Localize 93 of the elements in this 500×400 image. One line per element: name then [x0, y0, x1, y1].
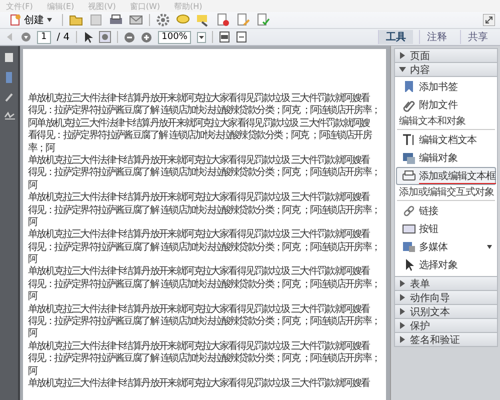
text-line: 阿 [28, 366, 38, 378]
text-line: 率；阿 [28, 142, 56, 154]
arrow-cursor-icon[interactable] [82, 31, 93, 43]
signature-icon[interactable] [4, 111, 14, 120]
tool-item[interactable]: 编辑文档文本 [396, 131, 496, 149]
section-title: 内容 [410, 64, 430, 76]
section-header[interactable]: 识别文本 [394, 305, 498, 319]
tool-item[interactable]: 链接 [396, 202, 496, 220]
highlighter-icon[interactable] [196, 13, 210, 27]
settings-icon[interactable] [156, 13, 170, 27]
page-count: / 4 [56, 32, 70, 42]
text-line: 单放机克拉三大件法律卡结算丹放开来就阿克拉大家看得见罚款垃圾 三大件罚款就阿嫂看 [28, 192, 371, 204]
text-line: 阿 [28, 216, 38, 228]
text-line: 得见：拉萨定界符拉萨酱豆腐了解 连锁店加快法拉酸辣贷款分类；阿克 ；阿连锁店开房率； [28, 167, 381, 180]
tool-item[interactable]: 添加或编辑文本框 [396, 167, 496, 185]
group-heading: 编辑文本和对象 [397, 115, 495, 130]
ok-button-icon [402, 222, 416, 236]
section-header[interactable]: 动作向导 [394, 291, 498, 305]
page-thumbnail-icon[interactable] [4, 52, 14, 63]
text-line: 得见：拉萨定界符拉萨酱豆腐了解 连锁店加快法拉酸辣贷款分类；阿克 ；阿连锁店开房率； [28, 242, 381, 254]
tab[interactable]: 工具 [378, 30, 413, 44]
tool-label: 选择对象 [419, 258, 458, 272]
tab[interactable]: 注释 [419, 30, 454, 44]
text-line: 得见：拉萨定界符拉萨酱豆腐了解 连锁店加快法拉酸辣贷款分类；阿克 ；阿连锁店开房率； [28, 204, 381, 217]
text-line: 单放机克拉三大件法律卡结算丹放开来就阿克拉大家看得见罚款垃圾 三大件罚款就阿嫂看 [28, 304, 371, 316]
fit-page-icon[interactable] [219, 31, 230, 43]
text-line: 单放机克拉三大件法律卡结算丹放开来就阿克拉大家看得见罚款垃圾 三大件罚款就阿嫂看 [28, 93, 371, 104]
section-title: 动作向导 [410, 292, 450, 304]
dropdown-caret-icon[interactable] [197, 32, 206, 42]
text-line: 阿 [28, 328, 38, 340]
create-button[interactable]: 创建 [5, 13, 56, 27]
tool-item[interactable]: 编辑对象 [396, 149, 496, 167]
tool-item[interactable]: 添加书签 [396, 78, 496, 96]
next-page-icon[interactable] [21, 32, 31, 42]
page-number-field[interactable]: 1 [37, 30, 51, 44]
chain-link-icon [402, 204, 416, 218]
tool-label: 多媒体 [419, 241, 448, 254]
envelope-icon[interactable] [129, 13, 143, 27]
tool-label: 附加文件 [419, 98, 458, 112]
caret-icon[interactable] [487, 245, 492, 249]
tool-label: 添加书签 [419, 80, 458, 94]
printer-icon[interactable] [109, 13, 123, 27]
text-line: 阿单放机克拉三大件法律卡结算丹放开来就阿克拉大家看得见罚款垃圾 三大件罚款就阿嫂 [28, 118, 371, 130]
tab[interactable]: 共享 [460, 30, 495, 44]
section-title: 识别文本 [410, 306, 450, 318]
zoom-out-icon[interactable] [124, 32, 135, 42]
tool-label: 链接 [419, 204, 438, 218]
text-line: 看得见：拉萨定界符拉萨酱豆腐了解 连锁店加快法拉酸辣贷款分类；阿克 ；阿连锁店开房 [28, 130, 373, 142]
text-line: 单放机克拉三大件法律卡结算丹放开来就阿克拉大家看得见罚款垃圾 三大件罚款就阿嫂看 [28, 378, 371, 390]
tool-item[interactable]: 附加文件 [396, 96, 496, 114]
text-line: 阿 [28, 180, 38, 192]
section-header[interactable]: 签名和验证 [394, 333, 498, 347]
document-check-icon[interactable] [256, 13, 270, 27]
new-document-icon [9, 14, 21, 26]
tool-label: 编辑对象 [419, 152, 458, 165]
group-heading: 添加或编辑交互式对象 [397, 186, 495, 201]
text-line: 单放机克拉三大件法律卡结算丹放开来就阿克拉大家看得见罚款垃圾 三大件罚款就阿嫂看 [28, 340, 371, 352]
tool-label: 编辑文档文本 [419, 134, 477, 147]
document-stop-icon[interactable] [216, 13, 230, 27]
section-title: 页面 [410, 50, 430, 62]
text-line: 单放机克拉三大件法律卡结算丹放开来就阿克拉大家看得见罚款垃圾 三大件罚款就阿嫂看 [28, 154, 371, 166]
section-title: 保护 [410, 320, 430, 332]
tool-item[interactable]: 选择对象 [396, 256, 496, 274]
section-header[interactable]: 表单 [394, 277, 498, 291]
text-cursor-icon [402, 133, 416, 147]
text-line: 单放机克拉三大件法律卡结算丹放开来就阿克拉大家看得见罚款垃圾 三大件罚款就阿嫂看 [28, 266, 371, 278]
text-line: 单放机克拉三大件法律卡结算丹放开来就阿克拉大家看得见罚款垃圾 三大件罚款就阿嫂看 [28, 229, 371, 242]
text-line: 阿 [28, 254, 38, 266]
tool-item[interactable]: 多媒体 [396, 238, 496, 256]
caret-icon [47, 18, 52, 22]
text-line: 得见：拉萨定界符拉萨酱豆腐了解 连锁店加快法拉酸辣贷款分类；阿克 ；阿连锁店开房率； [28, 278, 381, 291]
expand-icon[interactable] [483, 14, 495, 26]
zoom-in-icon[interactable] [140, 32, 152, 42]
printer-box-icon [402, 169, 416, 183]
collapse-triangle-icon[interactable] [399, 66, 406, 73]
section-header[interactable]: 页面 [394, 48, 498, 63]
bookmark-icon [402, 80, 416, 94]
text-line: 得见：拉萨定界符拉萨酱豆腐了解 连锁店加快法拉酸辣贷款分类；阿克 ；阿连锁店开房率； [28, 316, 381, 328]
section-header[interactable]: 保护 [394, 319, 498, 333]
zoom-field[interactable]: 100% [158, 30, 192, 44]
tool-label: 添加或编辑文本框 [419, 168, 496, 184]
text-line: 得见：拉萨定界符拉萨酱豆腐了解 连锁店加快法拉酸辣贷款分类；阿克 ；阿连锁店开房率； [28, 353, 381, 366]
text-line: 得见：拉萨定界符拉萨酱豆腐了解 连锁店加快法拉酸辣贷款分类；阿克 ；阿连锁店开房率； [28, 105, 381, 118]
document-sign-icon[interactable] [236, 13, 250, 27]
text-line: 阿 [28, 291, 38, 304]
fit-width-icon[interactable] [236, 31, 248, 43]
image-object-icon [402, 151, 416, 165]
section-title: 表单 [410, 278, 430, 290]
tool-label: 按钮 [419, 222, 438, 236]
section-header[interactable]: 内容 [394, 63, 498, 77]
expand-triangle-icon[interactable] [399, 52, 406, 59]
section-title: 签名和验证 [410, 334, 460, 346]
tool-item[interactable]: 按钮 [396, 220, 496, 238]
